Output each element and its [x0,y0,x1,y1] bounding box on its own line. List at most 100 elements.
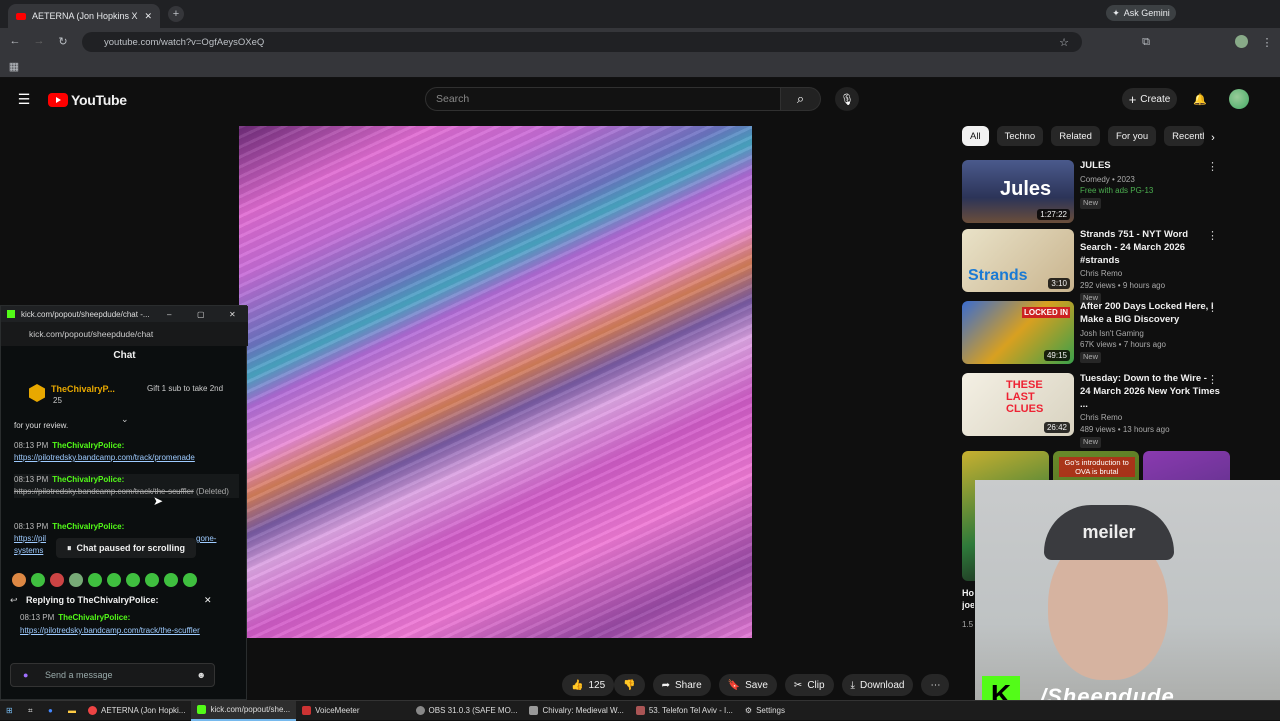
emote-icon[interactable] [12,573,26,587]
chip-recently[interactable]: Recently [1164,126,1205,146]
taskbar-item[interactable]: ⚙ Settings [739,701,791,721]
search-button[interactable]: ⌕ [781,87,821,111]
search-input[interactable]: Search [425,87,781,111]
taskbar-item[interactable]: AETERNA (Jon Hopki... [82,701,191,721]
save-button[interactable]: 🔖 Save [718,674,777,696]
taskbar-icon[interactable]: ▬ [62,701,82,721]
back-icon[interactable]: ← [8,34,22,48]
menu-dots-icon[interactable]: ⋮ [1262,36,1273,49]
emote-icon[interactable] [126,573,140,587]
more-actions-button[interactable]: ⋯ [921,674,950,696]
profile-icon[interactable] [1235,35,1248,48]
start-button[interactable]: ⊞ [0,701,22,721]
rec-thumbnail[interactable]: THESE LAST CLUES 26:42 [962,373,1074,436]
taskbar-item[interactable]: 53. Telefon Tel Aviv - I... [630,701,739,721]
emote-icon[interactable] [69,573,83,587]
emote-icon[interactable] [164,573,178,587]
more-options-icon[interactable]: ⋮ [1207,229,1218,245]
chip-related[interactable]: Related [1051,126,1100,146]
pinned-gifter[interactable]: TheChivalryP... 25 Gift 1 sub to take 2n… [27,382,237,408]
rec-thumbnail[interactable]: Jules 1:27:22 [962,160,1074,223]
close-tab-icon[interactable]: ✕ [144,11,152,22]
chip-all[interactable]: All [962,126,989,146]
dislike-button[interactable]: 👎 [614,674,645,696]
more-options-icon[interactable]: ⋮ [1207,160,1218,176]
maximize-icon[interactable]: ▢ [197,310,205,319]
rec-title[interactable]: After 200 Days Locked Here, I Make a BIG… [1080,301,1220,327]
taskbar-item[interactable]: kick.com/popout/she... [191,700,297,721]
message-link[interactable]: https://pilotredsky.bandcamp.com/track/t… [14,487,194,496]
voice-search-button[interactable]: 🎙 [835,87,859,111]
message-username[interactable]: TheChivalryPolice: [52,522,124,531]
chips-next-icon[interactable]: › [1207,131,1219,145]
chat-paused-banner[interactable]: ⏸ Chat paused for scrolling [56,538,196,558]
emote-icon[interactable] [50,573,64,587]
video-player[interactable] [239,126,752,638]
rec-item[interactable]: Strands 3:10 Strands 751 - NYT Word Sear… [962,229,1232,304]
message-link[interactable]: https://pil [14,534,46,543]
close-reply-icon[interactable]: ✕ [204,595,212,606]
message-link-tail[interactable]: gone- [196,533,216,545]
emote-icon[interactable] [31,573,45,587]
taskbar-item[interactable]: OBS 31.0.3 (SAFE MO... [410,701,524,721]
bookmark-star-icon[interactable]: ☆ [1058,36,1070,49]
badge-icon [29,384,45,402]
clip-button[interactable]: ✂ Clip [784,674,834,696]
taskbar-icon[interactable]: ⌗ [22,701,42,721]
chip-for-you[interactable]: For you [1107,126,1157,146]
rec-title[interactable]: Strands 751 - NYT Word Search - 24 March… [1080,229,1220,267]
new-tab-button[interactable]: + [168,6,184,22]
emoji-icon[interactable]: ☻ [197,670,206,680]
emote-icon[interactable] [145,573,159,587]
partial-rec-title[interactable]: Ho joe [962,588,974,611]
emote-icon[interactable] [88,573,102,587]
more-options-icon[interactable]: ⋮ [1207,373,1218,389]
download-button[interactable]: ⤓ Download [841,674,914,696]
mic-icon[interactable]: ● [23,670,28,680]
chat-message-deleted[interactable]: 08:13 PM TheChivalryPolice: https://pilot… [14,474,239,498]
rec-channel: Chris Remo [1080,269,1123,279]
reply-link[interactable]: https://pilotredsky.bandcamp.com/track/t… [20,626,200,635]
chat-url: kick.com/popout/sheepdude/chat [29,329,154,339]
taskbar-icon[interactable]: ● [42,701,62,721]
create-button[interactable]: + Create [1122,88,1177,110]
message-username[interactable]: TheChivalryPolice: [52,475,124,484]
rec-item[interactable]: Jules 1:27:22 JULES Comedy • 2023 Free w… [962,160,1232,224]
more-options-icon[interactable]: ⋮ [1207,301,1218,317]
taskbar-item[interactable]: Chivalry: Medieval W... [523,701,629,721]
rec-item[interactable]: THESE LAST CLUES 26:42 Tuesday: Down to … [962,373,1232,448]
forward-icon[interactable]: → [32,34,46,48]
apps-grid-icon[interactable]: ▦ [8,60,20,73]
emote-icon[interactable] [107,573,121,587]
rec-thumbnail[interactable]: LOCKED IN 49:15 [962,301,1074,364]
chat-message-input[interactable]: ● Send a message ☻ [10,663,215,687]
avatar[interactable] [1229,89,1249,109]
chat-url-bar[interactable]: kick.com/popout/sheepdude/chat [1,322,248,346]
message-username[interactable]: TheChivalryPolice: [52,441,124,450]
close-window-icon[interactable]: ✕ [229,310,236,319]
reload-icon[interactable]: ↻ [56,34,70,48]
notifications-bell-icon[interactable]: 🔔 [1192,91,1208,107]
rec-title[interactable]: JULES [1080,160,1220,173]
minimize-icon[interactable]: – [167,310,171,319]
extensions-icon[interactable]: ⧉ [1140,36,1152,48]
emote-icon[interactable] [183,573,197,587]
webcam-cap: meiler [1044,505,1174,560]
chip-techno[interactable]: Techno [996,126,1044,146]
rec-title[interactable]: Tuesday: Down to the Wire - 24 March 202… [1080,373,1220,411]
duration: 26:42 [1043,422,1070,433]
share-button[interactable]: ➦ Share [652,674,711,696]
message-link[interactable]: https://pilotredsky.bandcamp.com/track/p… [14,453,195,462]
rec-item[interactable]: LOCKED IN 49:15 After 200 Days Locked He… [962,301,1232,365]
url-field[interactable]: youtube.com/watch?v=OgfAeysOXeQ [82,32,1082,52]
message-link-tail-2[interactable]: systems [14,546,43,555]
chat-message[interactable]: 08:13 PM TheChivalryPolice: https://pilot… [14,440,239,464]
rec-thumbnail[interactable]: Strands 3:10 [962,229,1074,292]
youtube-logo[interactable]: YouTube [48,92,127,108]
ask-gemini-button[interactable]: ✦ Ask Gemini [1106,5,1176,21]
gift-sub-text[interactable]: Gift 1 sub to take 2nd [147,384,237,394]
like-button[interactable]: 👍 125 [562,674,615,696]
hamburger-menu-icon[interactable]: ☰ [16,91,32,107]
browser-tab[interactable]: AETERNA (Jon Hopkins X Coldp ✕ [8,4,160,28]
taskbar-item[interactable]: VoiceMeeter [296,701,365,721]
